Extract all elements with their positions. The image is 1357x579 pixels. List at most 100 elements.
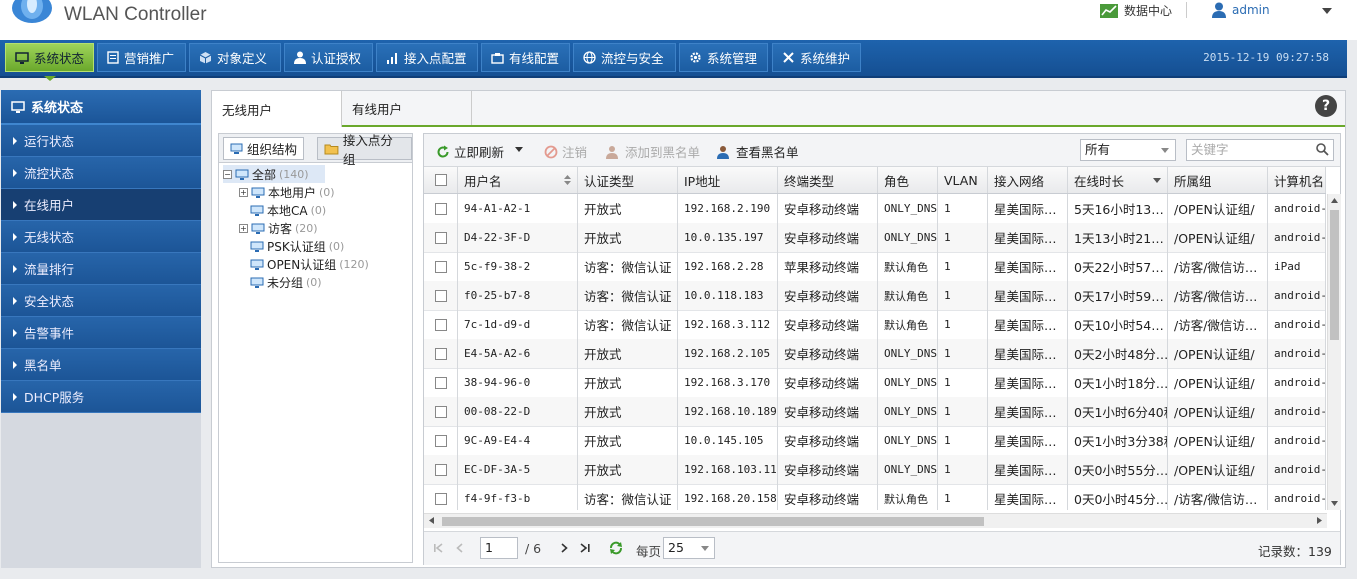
col-auth-type[interactable]: 认证类型: [578, 167, 678, 193]
table-row[interactable]: f4-9f-f3-b 访客：微信认证 192.168.20.158 安卓移动终端 默认角…: [424, 484, 1326, 510]
sidebar-item-traffic-ranking[interactable]: 流量排行: [1, 253, 201, 285]
tree-node-open-group[interactable]: OPEN认证组 (120): [250, 255, 369, 273]
chevron-left-icon[interactable]: [429, 517, 434, 524]
row-checkbox[interactable]: [424, 223, 458, 252]
sidebar-item-flow-status[interactable]: 流控状态: [1, 157, 201, 189]
col-terminal-type[interactable]: 终端类型: [778, 167, 878, 193]
tree-node-psk-group[interactable]: PSK认证组 (0): [250, 237, 344, 255]
cell-vlan: 1: [938, 252, 988, 281]
sidebar-item-online-users[interactable]: 在线用户: [1, 189, 201, 221]
cube-icon: [199, 52, 212, 64]
caret-right-icon: [13, 200, 17, 209]
tab-wired-users[interactable]: 有线用户: [342, 91, 472, 125]
row-checkbox[interactable]: [424, 339, 458, 368]
chevron-down-icon[interactable]: [1331, 501, 1338, 506]
table-row[interactable]: D4-22-3F-D 开放式 10.0.135.197 安卓移动终端 ONLY_DNS 1…: [424, 223, 1326, 253]
row-checkbox[interactable]: [424, 397, 458, 426]
sidebar-item-security-status[interactable]: 安全状态: [1, 285, 201, 317]
col-vlan[interactable]: VLAN: [938, 167, 988, 193]
tree-node-local-users[interactable]: + 本地用户 (0): [239, 183, 335, 201]
col-hostname[interactable]: 计算机名: [1268, 167, 1326, 193]
sidebar-item-blacklist[interactable]: 黑名单: [1, 349, 201, 381]
chevron-down-icon[interactable]: [1322, 8, 1332, 14]
refresh-button[interactable]: 立即刷新: [436, 142, 504, 161]
row-checkbox[interactable]: [424, 194, 458, 223]
vertical-scrollbar[interactable]: [1327, 194, 1341, 510]
chevron-up-icon[interactable]: [1331, 198, 1338, 203]
nav-system-status[interactable]: 系统状态: [5, 43, 94, 72]
logout-button[interactable]: 注销: [544, 142, 587, 161]
col-role[interactable]: 角色: [878, 167, 938, 193]
collapse-icon[interactable]: −: [223, 169, 232, 179]
row-checkbox[interactable]: [424, 281, 458, 310]
table-row[interactable]: 7c-1d-d9-d 访客：微信认证 192.168.3.112 安卓移动终端 默认角色…: [424, 310, 1326, 340]
nav-ap-config[interactable]: 接入点配置: [376, 43, 478, 72]
sidebar-item-running-status[interactable]: 运行状态: [1, 125, 201, 157]
nav-object-definition[interactable]: 对象定义: [189, 43, 281, 72]
table-row[interactable]: 00-08-22-D 开放式 192.168.10.189 安卓移动终端 ONLY_DN…: [424, 397, 1326, 427]
nav-auth[interactable]: 认证授权: [284, 43, 373, 72]
prev-page-icon[interactable]: [456, 543, 464, 553]
horizontal-scrollbar[interactable]: [424, 513, 1327, 528]
nav-system-maintenance[interactable]: 系统维护: [772, 43, 861, 72]
reload-icon[interactable]: [608, 540, 624, 556]
table-row[interactable]: EC-DF-3A-5 开放式 192.168.103.115 安卓移动终端 ONLY_D…: [424, 455, 1326, 485]
chevron-right-icon[interactable]: [1317, 517, 1322, 524]
nav-marketing[interactable]: 营销推广: [97, 43, 186, 72]
nav-wired-config[interactable]: 有线配置: [481, 43, 570, 72]
row-checkbox[interactable]: [424, 310, 458, 339]
user-menu[interactable]: admin: [1212, 2, 1270, 18]
tree-node-all[interactable]: − 全部 (140): [223, 165, 325, 183]
col-group[interactable]: 所属组: [1168, 167, 1268, 193]
help-icon[interactable]: ?: [1315, 95, 1337, 117]
expand-icon[interactable]: +: [239, 223, 248, 233]
add-to-blacklist-button[interactable]: 添加到黑名单: [606, 142, 700, 161]
row-checkbox[interactable]: [424, 368, 458, 397]
col-network[interactable]: 接入网络: [988, 167, 1068, 193]
chevron-down-icon[interactable]: [515, 147, 523, 152]
table-row[interactable]: f0-25-b7-8 访客：微信认证 10.0.118.183 安卓移动终端 默认角色 1…: [424, 281, 1326, 311]
row-checkbox[interactable]: [424, 426, 458, 455]
sidebar-item-alarm-events[interactable]: 告警事件: [1, 317, 201, 349]
scroll-thumb[interactable]: [1330, 210, 1339, 340]
row-checkbox[interactable]: [424, 484, 458, 510]
last-page-icon[interactable]: [580, 543, 590, 553]
search-icon[interactable]: [1315, 142, 1329, 156]
sidebar-item-dhcp[interactable]: DHCP服务: [1, 381, 201, 413]
nav-system-management[interactable]: 系统管理: [679, 43, 768, 72]
nav-flow-security[interactable]: 流控与安全: [573, 43, 676, 72]
table-row[interactable]: 5c-f9-38-2 访客：微信认证 192.168.2.28 苹果移动终端 默认角色 1…: [424, 252, 1326, 282]
ban-icon: [544, 145, 558, 158]
data-center-link[interactable]: 数据中心: [1100, 2, 1172, 19]
tab-org-structure[interactable]: 组织结构: [223, 137, 305, 160]
sidebar-item-wireless-status[interactable]: 无线状态: [1, 221, 201, 253]
select-all-checkbox[interactable]: [424, 167, 458, 193]
col-online-time[interactable]: 在线时长: [1068, 167, 1168, 193]
table-row[interactable]: E4-5A-A2-6 开放式 192.168.2.105 安卓移动终端 ONLY_DNS…: [424, 339, 1326, 369]
filter-select[interactable]: 所有: [1080, 139, 1176, 161]
cell-username: 38-94-96-0: [458, 368, 578, 397]
next-page-icon[interactable]: [560, 543, 568, 553]
first-page-icon[interactable]: [434, 543, 444, 553]
tree-node-ungrouped[interactable]: 未分组 (0): [250, 273, 322, 291]
wrench-icon: [783, 52, 794, 63]
cell-auth-type: 开放式: [578, 194, 678, 223]
col-ip[interactable]: IP地址: [678, 167, 778, 193]
tab-wireless-users[interactable]: 无线用户: [212, 91, 342, 127]
table-row[interactable]: 38-94-96-0 开放式 192.168.3.170 安卓移动终端 ONLY_DNS…: [424, 368, 1326, 398]
search-input[interactable]: 关键字: [1186, 139, 1334, 161]
col-username[interactable]: 用户名: [458, 167, 578, 193]
row-checkbox[interactable]: [424, 252, 458, 281]
row-checkbox[interactable]: [424, 455, 458, 484]
expand-icon[interactable]: +: [239, 187, 248, 197]
tab-ap-group[interactable]: 接入点分组: [317, 133, 412, 167]
scroll-thumb[interactable]: [442, 517, 984, 526]
table-row[interactable]: 94-A1-A2-1 开放式 192.168.2.190 安卓移动终端 ONLY_DNS…: [424, 194, 1326, 224]
tree-node-local-ca[interactable]: 本地CA (0): [250, 201, 326, 219]
user-icon: [294, 51, 306, 64]
table-row[interactable]: 9C-A9-E4-4 开放式 10.0.145.105 安卓移动终端 ONLY_DNS 1…: [424, 426, 1326, 456]
view-blacklist-button[interactable]: 查看黑名单: [717, 142, 799, 161]
tree-node-guests[interactable]: + 访客 (20): [239, 219, 318, 237]
page-input[interactable]: 1: [480, 537, 518, 559]
per-page-select[interactable]: 25: [663, 537, 715, 559]
